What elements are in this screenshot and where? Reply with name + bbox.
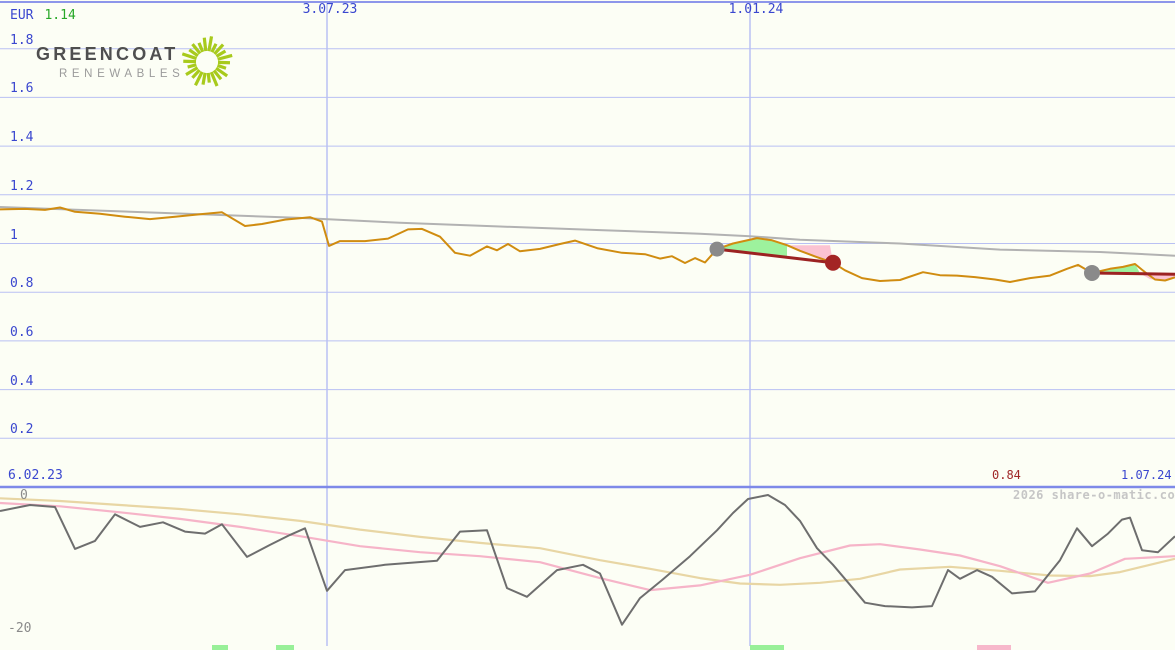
oscillator-tick-label: -20: [8, 622, 31, 635]
signal-bar: [212, 645, 228, 650]
x-axis-date-label: 1.01.24: [729, 3, 784, 16]
company-logo: GREENCOAT RENEWABLES: [36, 44, 184, 80]
trend-value-label: 0.84: [992, 469, 1021, 482]
y-axis-tick-label: 0.2: [10, 423, 33, 436]
logo-subtitle: RENEWABLES: [36, 68, 184, 80]
signal-bar: [977, 645, 1011, 650]
price-chart-canvas: [0, 0, 1175, 650]
x-axis-end-date: 1.07.24: [1121, 469, 1172, 482]
signal-slow-line: [0, 498, 1175, 585]
marker-dot: [825, 255, 841, 271]
sunburst-logo-icon: [178, 33, 236, 91]
sunburst-ray: [217, 65, 226, 68]
logo-title: GREENCOAT: [36, 44, 184, 65]
oscillator-line: [0, 495, 1175, 625]
currency-label: EUR: [10, 8, 33, 23]
marker-dot: [1084, 265, 1100, 281]
y-axis-tick-label: 0.8: [10, 277, 33, 290]
y-axis-tick-label: 1.8: [10, 34, 33, 47]
price-line: [0, 208, 1175, 283]
signal-bar: [750, 645, 784, 650]
sunburst-ray: [209, 36, 212, 51]
sunburst-ray: [208, 73, 209, 83]
y-axis-tick-label: 0.4: [10, 375, 33, 388]
last-price-readout: EUR 1.14: [10, 8, 76, 23]
signal-fast-line: [0, 503, 1175, 590]
watermark: 2026 share-o-matic.com: [1013, 488, 1175, 502]
sunburst-ray: [188, 65, 197, 67]
sunburst-ray: [204, 38, 205, 51]
stock-chart-page: EUR 1.14 GREENCOAT RENEWABLES 6.02.23 0.8…: [0, 0, 1175, 650]
sunburst-ray: [203, 73, 205, 85]
last-price-value: 1.14: [44, 8, 75, 23]
y-axis-tick-label: 1.4: [10, 131, 33, 144]
y-axis-tick-label: 1.2: [10, 180, 33, 193]
signal-bar: [276, 645, 294, 650]
x-axis-start-date: 6.02.23: [8, 469, 63, 482]
oscillator-tick-label: 0: [20, 489, 28, 502]
y-axis-tick-label: 1: [10, 229, 18, 242]
y-axis-tick-label: 0.6: [10, 326, 33, 339]
x-axis-date-label: 3.07.23: [303, 3, 358, 16]
y-axis-tick-label: 1.6: [10, 82, 33, 95]
trendline-2-line: [1092, 273, 1175, 274]
moving-average-line: [0, 207, 1175, 256]
marker-dot: [710, 242, 725, 257]
